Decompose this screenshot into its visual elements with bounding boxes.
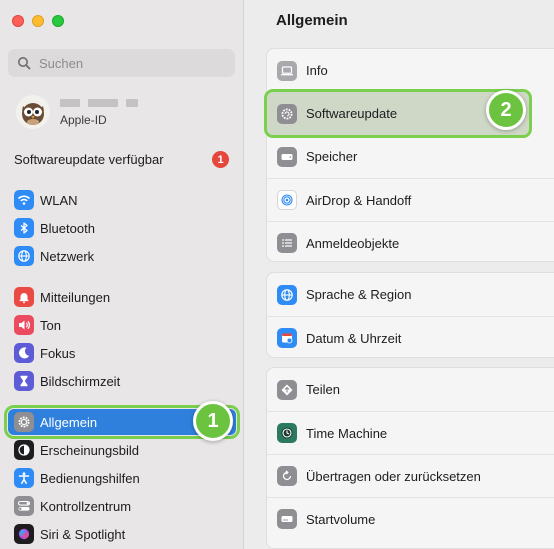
row-info[interactable]: Info <box>267 49 554 92</box>
moon-icon <box>14 343 34 363</box>
sidebar-item-label: Kontrollzentrum <box>40 498 132 514</box>
settings-group-general: Info Softwareupdate Speicher AirDrop & H… <box>264 48 554 264</box>
apple-id-label: Apple-ID <box>60 113 107 127</box>
row-sprache-region[interactable]: Sprache & Region <box>267 273 554 316</box>
calendar-clock-icon <box>277 328 297 348</box>
row-anmeldeobjekte[interactable]: Anmeldeobjekte <box>267 221 554 264</box>
time-machine-icon <box>277 423 297 443</box>
row-label: Startvolume <box>306 511 376 527</box>
startup-disk-icon <box>277 509 297 529</box>
speaker-icon <box>14 315 34 335</box>
hourglass-icon <box>14 371 34 391</box>
reset-icon <box>277 466 297 486</box>
sidebar-item-label: WLAN <box>40 192 78 208</box>
row-label: Info <box>306 63 328 78</box>
row-datum-uhrzeit[interactable]: Datum & Uhrzeit <box>267 316 554 359</box>
globe-icon <box>277 284 297 305</box>
close-window-button[interactable] <box>12 15 24 27</box>
row-startvolume[interactable]: Startvolume <box>267 497 554 540</box>
sidebar-item-kontrollzentrum[interactable]: Kontrollzentrum <box>8 493 236 519</box>
wifi-icon <box>14 190 34 210</box>
sidebar-item-label: Bedienungshilfen <box>40 470 140 486</box>
sidebar-item-bluetooth[interactable]: Bluetooth <box>8 215 236 241</box>
row-label: AirDrop & Handoff <box>306 192 412 208</box>
control-center-icon <box>14 496 34 516</box>
gear-update-icon <box>277 103 297 124</box>
row-uebertragen-zuruecksetzen[interactable]: Übertragen oder zurücksetzen <box>267 454 554 497</box>
row-label: Übertragen oder zurücksetzen <box>306 468 481 484</box>
globe-icon <box>14 246 34 266</box>
sidebar-item-label: Allgemein <box>40 414 98 430</box>
step-2-marker: 2 <box>486 90 526 130</box>
sidebar-item-label: Bildschirmzeit <box>40 373 121 389</box>
sidebar-item-label: Fokus <box>40 345 76 361</box>
settings-group-system: Teilen Time Machine Übertragen oder zurü… <box>266 367 554 549</box>
sidebar-item-label: Siri & Spotlight <box>40 526 126 542</box>
window-controls <box>12 15 64 27</box>
row-label: Teilen <box>306 382 340 397</box>
row-speicher[interactable]: Speicher <box>267 135 554 178</box>
sidebar-item-erscheinungsbild[interactable]: Erscheinungsbild <box>8 437 236 463</box>
sharing-icon <box>277 379 297 400</box>
airdrop-icon <box>277 190 297 210</box>
sidebar-item-mitteilungen[interactable]: Mitteilungen <box>8 284 236 310</box>
owl-avatar-icon <box>22 103 44 125</box>
settings-group-region: Sprache & Region Datum & Uhrzeit <box>266 272 554 358</box>
siri-icon <box>14 524 34 544</box>
bluetooth-icon <box>14 218 34 238</box>
search-icon <box>18 57 31 70</box>
redacted-name <box>60 99 138 107</box>
search-input[interactable] <box>39 55 219 71</box>
sidebar-item-label: Bluetooth <box>40 220 95 236</box>
row-label: Softwareupdate <box>306 106 398 121</box>
search-field[interactable] <box>8 49 235 77</box>
row-time-machine[interactable]: Time Machine <box>267 411 554 454</box>
minimize-window-button[interactable] <box>32 15 44 27</box>
update-count-badge: 1 <box>212 151 229 168</box>
accessibility-icon <box>14 468 34 488</box>
sidebar-item-wlan[interactable]: WLAN <box>8 187 236 213</box>
sidebar-item-label: Ton <box>40 317 61 333</box>
software-update-available-item[interactable]: Softwareupdate verfügbar 1 <box>14 151 229 168</box>
sidebar-item-label: Mitteilungen <box>40 289 111 305</box>
sidebar-item-label: Erscheinungsbild <box>40 442 140 458</box>
storage-drive-icon <box>277 146 297 167</box>
gear-icon <box>14 412 34 432</box>
row-label: Anmeldeobjekte <box>306 235 400 251</box>
avatar <box>16 95 50 129</box>
row-label: Time Machine <box>306 425 388 441</box>
sidebar-item-bildschirmzeit[interactable]: Bildschirmzeit <box>8 368 236 394</box>
row-airdrop-handoff[interactable]: AirDrop & Handoff <box>267 178 554 221</box>
zoom-window-button[interactable] <box>52 15 64 27</box>
page-title: Allgemein <box>276 12 348 29</box>
row-teilen[interactable]: Teilen <box>267 368 554 411</box>
bell-icon <box>14 287 34 307</box>
sidebar-item-label: Netzwerk <box>40 248 95 264</box>
sidebar-item-ton[interactable]: Ton <box>8 312 236 338</box>
row-label: Datum & Uhrzeit <box>306 330 402 346</box>
appearance-icon <box>14 440 34 460</box>
sidebar-item-siri-spotlight[interactable]: Siri & Spotlight <box>8 521 236 547</box>
list-icon <box>277 233 297 253</box>
sidebar-item-bedienungshilfen[interactable]: Bedienungshilfen <box>8 465 236 491</box>
step-1-marker: 1 <box>193 401 233 441</box>
laptop-icon <box>277 60 297 81</box>
software-update-available-label: Softwareupdate verfügbar <box>14 152 164 167</box>
apple-id-account[interactable]: Apple-ID <box>16 95 138 129</box>
sidebar-item-fokus[interactable]: Fokus <box>8 340 236 366</box>
row-label: Speicher <box>306 149 358 164</box>
sidebar-item-netzwerk[interactable]: Netzwerk <box>8 243 236 269</box>
sidebar: Apple-ID Softwareupdate verfügbar 1 WLAN… <box>0 0 244 549</box>
row-label: Sprache & Region <box>306 287 412 302</box>
